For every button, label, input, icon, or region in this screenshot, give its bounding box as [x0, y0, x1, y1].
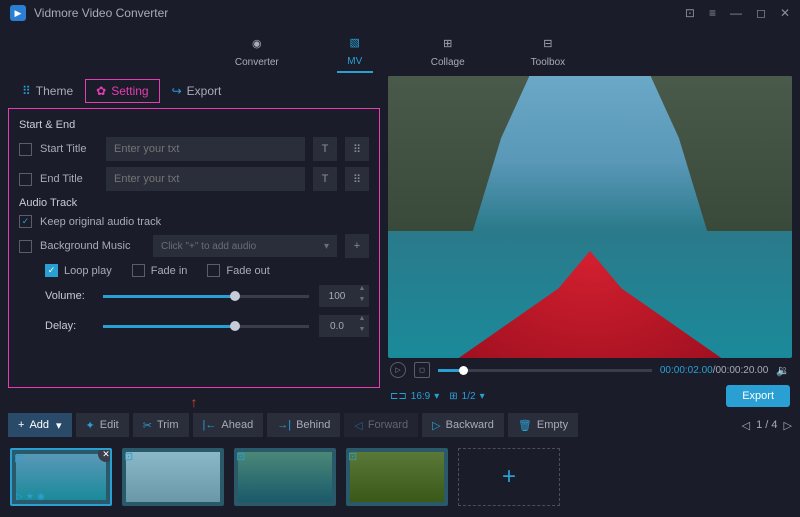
thumbnail-2[interactable]: ⊡	[122, 448, 224, 506]
settings-panel: ⠿ Theme ✿ Setting ↪ Export Start & End S…	[8, 76, 380, 410]
trim-icon: ◉	[37, 491, 45, 502]
preview-image	[388, 76, 792, 358]
tab-converter[interactable]: ◉ Converter	[227, 31, 287, 72]
loop-play-checkbox[interactable]	[45, 264, 58, 277]
thumbnail-1[interactable]: ⊡ ✕ ▷★◉	[10, 448, 112, 506]
scissors-icon: ✂	[143, 419, 152, 432]
app-title: Vidmore Video Converter	[34, 6, 685, 20]
toolbox-icon: ⊟	[538, 35, 558, 53]
thumbnail-4[interactable]: ⊡	[346, 448, 448, 506]
export-button[interactable]: Export	[726, 385, 790, 407]
bg-music-dropdown[interactable]: Click "+" to add audio	[153, 235, 337, 257]
volume-icon[interactable]: 🔉	[776, 364, 790, 377]
stop-button[interactable]: ◻	[414, 362, 430, 378]
behind-button[interactable]: →|Behind	[267, 413, 340, 437]
volume-spinner[interactable]: 100▲▼	[319, 285, 369, 307]
time-display: 00:00:02.00/00:00:20.00	[660, 365, 768, 376]
start-title-checkbox[interactable]	[19, 143, 32, 156]
start-title-label: Start Title	[40, 143, 98, 155]
start-end-head: Start & End	[19, 119, 369, 131]
start-title-input[interactable]	[106, 137, 305, 161]
thumbnail-3[interactable]: ⊡	[234, 448, 336, 506]
thumbnail-pager: ◁1 / 4▷	[742, 419, 792, 432]
close-icon[interactable]: ✕	[780, 6, 790, 20]
mv-icon: ▧	[345, 34, 365, 52]
add-audio-button[interactable]: +	[345, 234, 369, 258]
forward-button[interactable]: ◁Forward	[344, 413, 418, 437]
thumbnail-strip: ⊡ ✕ ▷★◉ ⊡ ⊡ ⊡ +	[0, 440, 800, 514]
check-icon: ⊡	[14, 452, 23, 465]
delay-label: Delay:	[45, 320, 93, 332]
empty-button[interactable]: 🗑Empty	[508, 413, 578, 437]
collage-icon: ⊞	[438, 35, 458, 53]
volume-slider[interactable]	[103, 295, 309, 298]
wand-icon: ✦	[86, 419, 95, 432]
end-title-more-button[interactable]: ⠿	[345, 167, 369, 191]
play-icon: ▷	[16, 491, 23, 502]
bg-music-label: Background Music	[40, 240, 145, 252]
tab-toolbox[interactable]: ⊟ Toolbox	[523, 31, 573, 72]
keep-original-audio-label: Keep original audio track	[40, 216, 161, 228]
backward-button[interactable]: ▷Backward	[422, 413, 504, 437]
check-icon: ⊡	[124, 450, 133, 463]
fade-out-label: Fade out	[226, 265, 269, 277]
aspect-ratio-dropdown[interactable]: ⊏⊐16:9▾	[390, 391, 439, 402]
add-button[interactable]: +Add▾	[8, 413, 72, 437]
keep-original-audio-checkbox[interactable]	[19, 215, 32, 228]
edit-button[interactable]: ✦Edit	[76, 413, 129, 437]
thumbnail-close-icon[interactable]: ✕	[98, 448, 112, 462]
trim-button[interactable]: ✂Trim	[133, 413, 189, 437]
end-title-checkbox[interactable]	[19, 173, 32, 186]
menu-icon[interactable]: ≡	[709, 6, 716, 20]
check-icon: ⊡	[348, 450, 357, 463]
loop-play-label: Loop play	[64, 265, 112, 277]
export-icon: ↪	[172, 84, 182, 98]
preview-page-dropdown[interactable]: ⊞1/2▾	[449, 391, 484, 402]
volume-label: Volume:	[45, 290, 93, 302]
subtab-setting[interactable]: ✿ Setting	[85, 79, 159, 103]
trash-icon: 🗑	[518, 419, 532, 432]
app-logo-icon: ▶	[10, 5, 26, 21]
gear-icon: ✿	[96, 84, 106, 98]
play-button[interactable]: ▷	[390, 362, 406, 378]
titlebar: ▶ Vidmore Video Converter ⊡ ≡ — ◻ ✕	[0, 0, 800, 26]
subtab-theme[interactable]: ⠿ Theme	[12, 80, 83, 102]
delay-slider[interactable]	[103, 325, 309, 328]
tab-mv[interactable]: ▧ MV	[337, 30, 373, 73]
fade-in-checkbox[interactable]	[132, 264, 145, 277]
tab-collage[interactable]: ⊞ Collage	[423, 31, 473, 72]
fade-out-checkbox[interactable]	[207, 264, 220, 277]
end-title-font-button[interactable]: T	[313, 167, 337, 191]
bg-music-checkbox[interactable]	[19, 240, 32, 253]
add-thumbnail-button[interactable]: +	[458, 448, 560, 506]
messages-icon[interactable]: ⊡	[685, 6, 695, 20]
theme-icon: ⠿	[22, 84, 31, 98]
converter-icon: ◉	[247, 35, 267, 53]
arrow-indicator-icon: ↑	[8, 394, 380, 410]
toolbar: +Add▾ ✦Edit ✂Trim |←Ahead →|Behind ◁Forw…	[0, 410, 800, 440]
main-tabs: ◉ Converter ▧ MV ⊞ Collage ⊟ Toolbox	[0, 26, 800, 76]
check-icon: ⊡	[236, 450, 245, 463]
end-title-label: End Title	[40, 173, 98, 185]
start-title-font-button[interactable]: T	[313, 137, 337, 161]
end-title-input[interactable]	[106, 167, 305, 191]
start-title-more-button[interactable]: ⠿	[345, 137, 369, 161]
ahead-button[interactable]: |←Ahead	[193, 413, 264, 437]
timeline-slider[interactable]	[438, 369, 652, 372]
minimize-icon[interactable]: —	[730, 6, 742, 20]
audio-track-head: Audio Track	[19, 197, 369, 209]
delay-spinner[interactable]: 0.0▲▼	[319, 315, 369, 337]
subtab-export[interactable]: ↪ Export	[162, 80, 232, 102]
fade-in-label: Fade in	[151, 265, 188, 277]
maximize-icon[interactable]: ◻	[756, 6, 766, 20]
edit-icon: ★	[26, 491, 34, 502]
preview-panel: ▷ ◻ 00:00:02.00/00:00:20.00 🔉 ⊏⊐16:9▾ ⊞1…	[388, 76, 792, 410]
